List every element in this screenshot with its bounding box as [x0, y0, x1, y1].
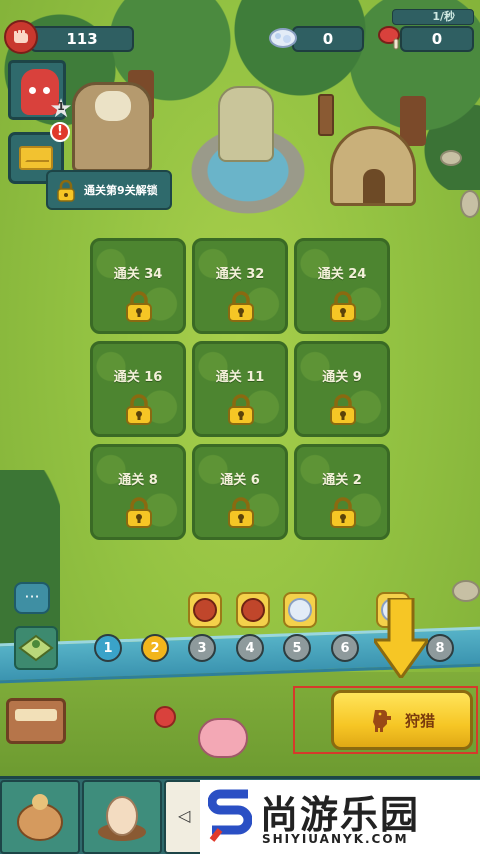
locked-slot-label: 通关 2 — [322, 473, 362, 488]
player-level: 1 — [57, 100, 65, 113]
locked-slot-label: 通关 8 — [118, 473, 158, 488]
locked-slot-label: 通关 9 — [322, 370, 362, 385]
locked-slot[interactable]: 通关 9 — [294, 341, 390, 437]
hunt-button[interactable]: 狩猎 — [331, 690, 473, 750]
stage-node[interactable]: 4 — [236, 634, 264, 662]
dinosaur-icon — [372, 710, 391, 732]
wooden-post — [318, 94, 334, 136]
lock-icon — [126, 291, 152, 322]
tab-bag[interactable] — [0, 780, 80, 854]
crystal-count: 0 — [322, 30, 334, 48]
locked-slot-label: 通关 16 — [113, 370, 163, 385]
watermark-logo: 尚游乐园 SHIYIUANYK.COM — [200, 780, 480, 854]
locked-slot[interactable]: 通关 34 — [90, 238, 186, 334]
island-map-icon — [18, 634, 54, 662]
locked-slot-label: 通关 24 — [317, 267, 367, 282]
treasure-chest-button[interactable] — [6, 698, 66, 744]
fist-icon — [4, 20, 38, 54]
meat-counter: 113 — [30, 26, 134, 52]
stage-node[interactable]: 5 — [283, 634, 311, 662]
loot-bag-icon — [17, 794, 63, 841]
locked-slot[interactable]: 通关 6 — [192, 444, 288, 540]
mail-alert-badge: ! — [50, 122, 70, 142]
chat-button[interactable]: ··· — [14, 582, 50, 614]
tent-door — [363, 169, 385, 203]
locked-slot[interactable]: 通关 8 — [90, 444, 186, 540]
lock-icon — [228, 394, 254, 425]
locked-slot[interactable]: 通关 2 — [294, 444, 390, 540]
unlock-banner[interactable]: 通关第9关解锁 — [46, 170, 172, 210]
skull-totem-building[interactable] — [72, 82, 152, 172]
watermark-en: SHIYIUANYK.COM — [262, 832, 409, 846]
crystal-icon — [266, 20, 300, 54]
unlock-banner-text: 通关第9关解锁 — [84, 184, 158, 197]
statue — [218, 86, 274, 162]
lock-icon — [330, 291, 356, 322]
s-logo-icon — [208, 789, 252, 842]
lock-icon — [57, 180, 75, 202]
crystal-counter: 0 — [292, 26, 364, 52]
lock-icon — [126, 497, 152, 528]
meat-reward-icon — [193, 598, 217, 622]
avatar-eye — [29, 87, 36, 94]
meat-leg-icon — [374, 20, 408, 54]
stage-node[interactable]: 3 — [188, 634, 216, 662]
tab-egg[interactable] — [82, 780, 162, 854]
locked-slot-label: 通关 11 — [215, 370, 265, 385]
crystal-reward-icon — [288, 598, 312, 622]
avatar-eye — [43, 87, 50, 94]
hunt-label: 狩猎 — [404, 711, 435, 730]
map-button[interactable] — [14, 626, 58, 670]
reward-bubble-meat[interactable] — [236, 592, 270, 628]
locked-slot[interactable]: 通关 24 — [294, 238, 390, 334]
locked-slot[interactable]: 通关 16 — [90, 341, 186, 437]
envelope-icon — [19, 146, 53, 170]
locked-slot-label: 通关 6 — [220, 473, 260, 488]
tribal-tent-building[interactable] — [330, 126, 416, 206]
lock-icon — [330, 497, 356, 528]
stage-node[interactable]: 2 — [141, 634, 169, 662]
rock — [440, 150, 462, 166]
chest-lid — [15, 709, 57, 721]
lock-icon — [126, 394, 152, 425]
rate-text: 1/秒 — [432, 10, 455, 23]
locked-slot-label: 通关 32 — [215, 267, 265, 282]
lock-icon — [228, 497, 254, 528]
food-count: 0 — [431, 30, 443, 48]
locked-slot[interactable]: 通关 32 — [192, 238, 288, 334]
food-counter: 0 — [400, 26, 474, 52]
pig-creature — [198, 718, 248, 758]
locked-slot[interactable]: 通关 11 — [192, 341, 288, 437]
reward-bubble-crystal[interactable] — [283, 592, 317, 628]
rock — [460, 190, 480, 218]
locked-slot-label: 通关 34 — [113, 267, 163, 282]
egg-nest-icon — [98, 796, 146, 841]
meat-reward-icon — [241, 598, 265, 622]
stage-node[interactable]: 6 — [331, 634, 359, 662]
stage-node[interactable]: 8 — [426, 634, 454, 662]
skull-icon — [95, 91, 131, 121]
meat-count: 113 — [66, 30, 98, 48]
reward-bubble-meat[interactable] — [188, 592, 222, 628]
rock — [452, 580, 480, 602]
tab-prev-arrow-icon[interactable]: ◁ — [178, 806, 190, 825]
chat-bubble-icon: ··· — [24, 587, 40, 606]
red-creature — [154, 706, 176, 728]
lock-icon — [228, 291, 254, 322]
watermark-cn: 尚游乐园 — [260, 793, 421, 837]
lock-icon — [330, 394, 356, 425]
stage-node[interactable]: 1 — [94, 634, 122, 662]
pointer-arrow-icon — [374, 598, 428, 678]
